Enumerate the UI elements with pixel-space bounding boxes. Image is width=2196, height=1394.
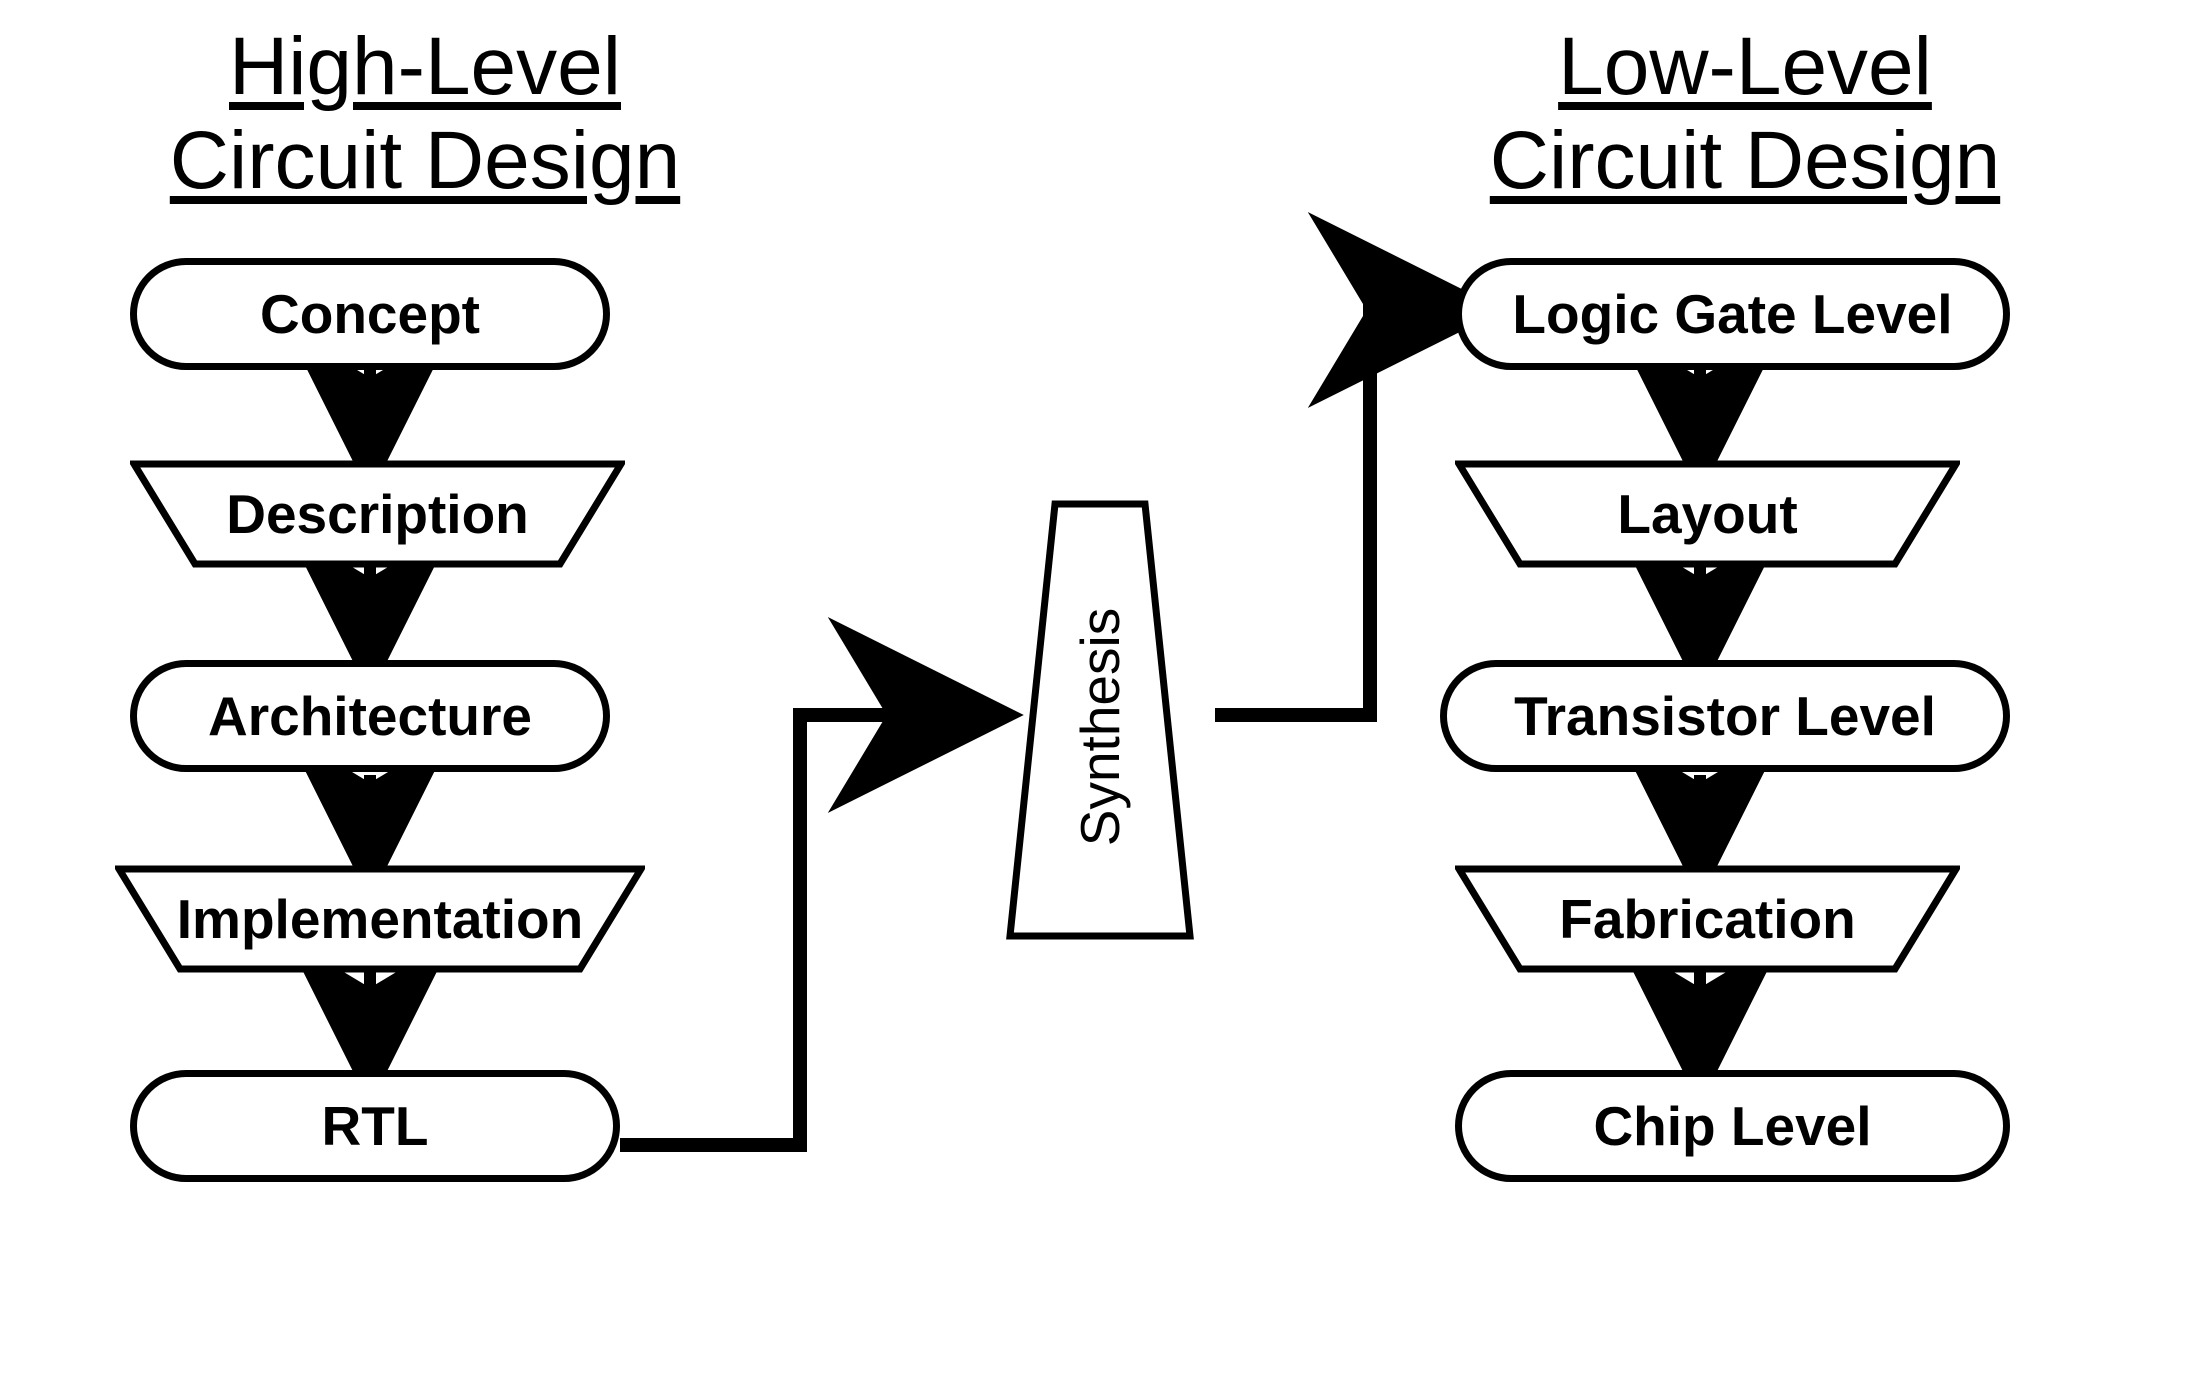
node-concept-label: Concept <box>260 282 480 346</box>
node-layout: Layout <box>1455 460 1960 568</box>
node-transistor-level-label: Transistor Level <box>1514 684 1936 748</box>
node-logic-gate-level-label: Logic Gate Level <box>1512 282 1952 346</box>
node-description: Description <box>130 460 625 568</box>
node-chip-level: Chip Level <box>1455 1070 2010 1182</box>
node-synthesis-label: Synthesis <box>1069 608 1131 846</box>
heading-high-level-line2: Circuit Design <box>170 115 680 206</box>
node-rtl: RTL <box>130 1070 620 1182</box>
node-architecture: Architecture <box>130 660 610 772</box>
heading-high-level-line1: High-Level <box>229 21 621 112</box>
node-synthesis: Synthesis <box>980 500 1220 940</box>
node-chip-level-label: Chip Level <box>1593 1094 1871 1158</box>
heading-low-level: Low-Level Circuit Design <box>1460 20 2030 209</box>
node-architecture-label: Architecture <box>208 684 532 748</box>
node-logic-gate-level: Logic Gate Level <box>1455 258 2010 370</box>
heading-high-level: High-Level Circuit Design <box>130 20 720 209</box>
heading-low-level-line2: Circuit Design <box>1490 115 2000 206</box>
node-layout-label: Layout <box>1617 482 1797 546</box>
node-concept: Concept <box>130 258 610 370</box>
node-transistor-level: Transistor Level <box>1440 660 2010 772</box>
node-fabrication-label: Fabrication <box>1559 887 1855 951</box>
node-implementation-label: Implementation <box>177 887 583 951</box>
node-fabrication: Fabrication <box>1455 865 1960 973</box>
heading-low-level-line1: Low-Level <box>1558 21 1932 112</box>
node-rtl-label: RTL <box>322 1094 429 1158</box>
node-description-label: Description <box>226 482 529 546</box>
node-implementation: Implementation <box>115 865 645 973</box>
